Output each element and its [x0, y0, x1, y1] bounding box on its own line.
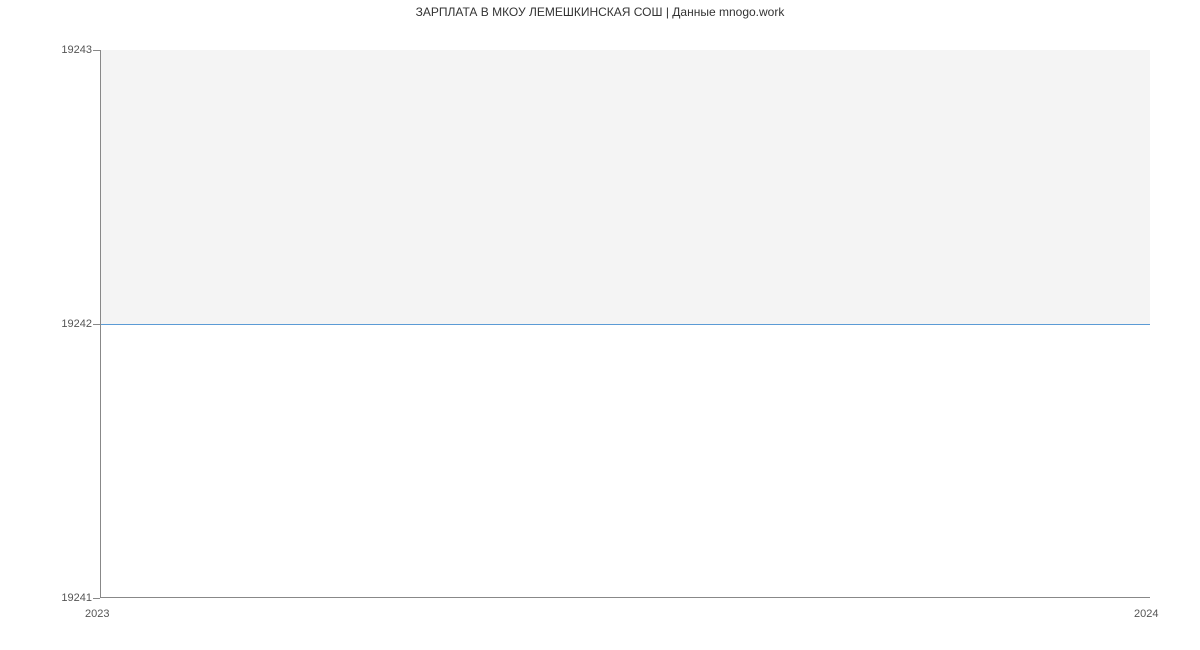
- y-axis-tick: [93, 598, 100, 599]
- y-axis-tick: [93, 50, 100, 51]
- plot-area: [100, 50, 1150, 598]
- y-axis-label: 19243: [61, 44, 92, 56]
- x-axis-label: 2023: [85, 608, 109, 620]
- chart-container: ЗАРПЛАТА В МКОУ ЛЕМЕШКИНСКАЯ СОШ | Данны…: [0, 0, 1200, 650]
- data-line: [101, 324, 1150, 325]
- y-axis-label: 19242: [61, 318, 92, 330]
- chart-title: ЗАРПЛАТА В МКОУ ЛЕМЕШКИНСКАЯ СОШ | Данны…: [416, 5, 785, 19]
- y-axis-label: 19241: [61, 592, 92, 604]
- y-axis-tick: [93, 324, 100, 325]
- shaded-upper-region: [101, 50, 1150, 324]
- x-axis-label: 2024: [1134, 608, 1158, 620]
